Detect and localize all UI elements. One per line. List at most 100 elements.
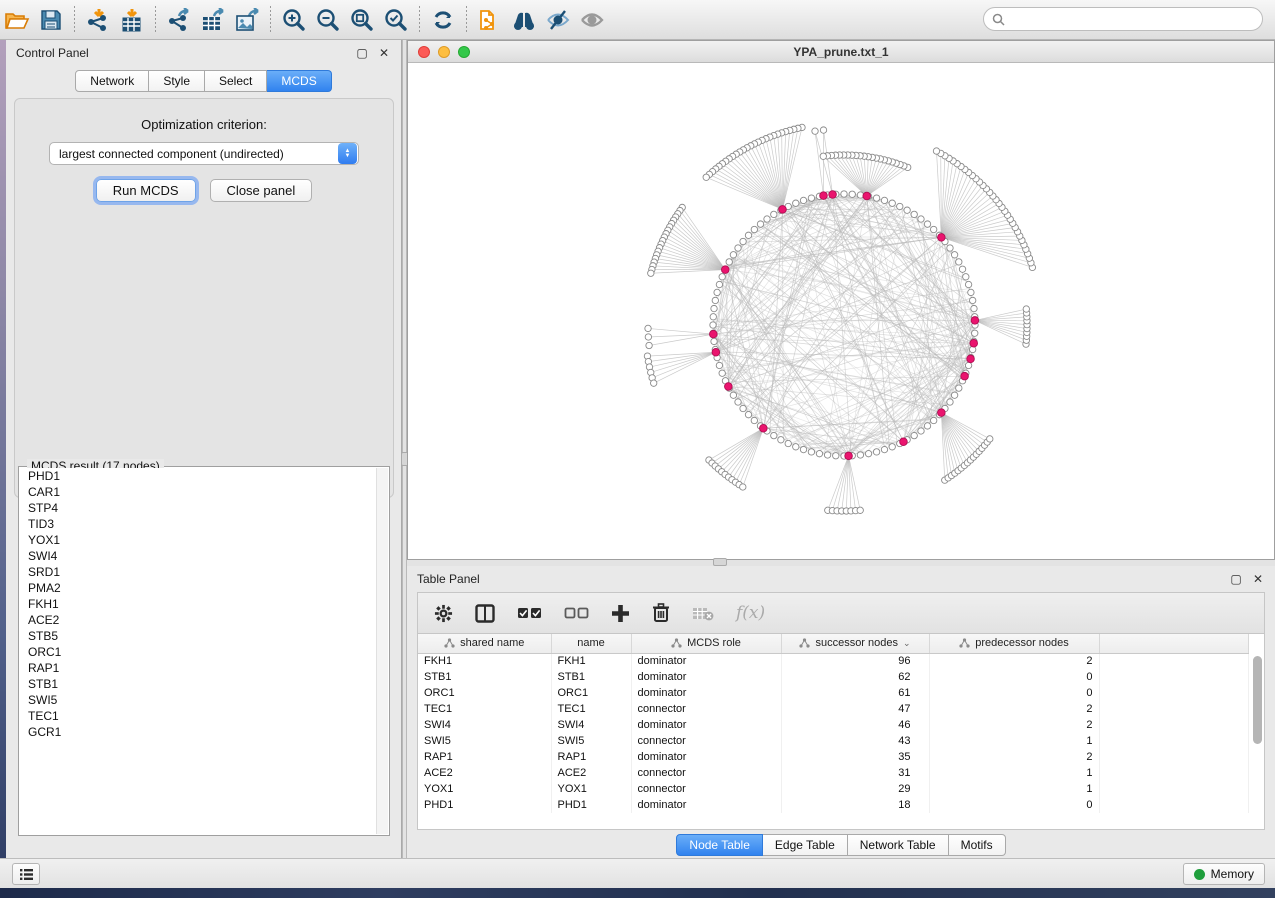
export-network-button[interactable] — [162, 5, 196, 35]
mcds-result-item[interactable]: PHD1 — [20, 468, 376, 484]
network-canvas[interactable] — [408, 63, 1274, 559]
table-cell[interactable]: RAP1 — [418, 749, 551, 765]
show-all-button[interactable] — [575, 5, 609, 35]
table-cell[interactable]: FKH1 — [418, 653, 551, 669]
table-cell[interactable]: 1 — [929, 765, 1099, 781]
float-panel-icon[interactable]: ▢ — [355, 46, 369, 60]
column-header-shared-name[interactable]: shared name — [418, 634, 551, 653]
network-window-titlebar[interactable]: YPA_prune.txt_1 — [408, 41, 1274, 63]
table-cell[interactable]: ORC1 — [551, 685, 631, 701]
table-cell[interactable]: ACE2 — [418, 765, 551, 781]
table-cell[interactable]: 18 — [781, 797, 929, 813]
import-network-button[interactable] — [81, 5, 115, 35]
table-cell[interactable]: dominator — [631, 749, 781, 765]
export-table-button[interactable] — [196, 5, 230, 35]
tab-edge-table[interactable]: Edge Table — [763, 834, 848, 856]
mcds-result-item[interactable]: STB1 — [20, 676, 376, 692]
sort-chevron-icon[interactable]: ⌄ — [903, 638, 911, 649]
table-cell[interactable]: 0 — [929, 797, 1099, 813]
table-cell[interactable]: ACE2 — [551, 765, 631, 781]
table-scrollbar-thumb[interactable] — [1253, 656, 1262, 744]
table-cell[interactable]: PHD1 — [418, 797, 551, 813]
table-cell[interactable]: dominator — [631, 797, 781, 813]
zoom-out-button[interactable] — [311, 5, 345, 35]
mcds-result-item[interactable]: YOX1 — [20, 532, 376, 548]
mcds-result-item[interactable]: STP4 — [20, 500, 376, 516]
table-cell[interactable]: dominator — [631, 653, 781, 669]
table-cell[interactable]: RAP1 — [551, 749, 631, 765]
run-mcds-button[interactable]: Run MCDS — [96, 179, 196, 202]
export-image-button[interactable] — [230, 5, 264, 35]
share-document-button[interactable] — [473, 5, 507, 35]
table-cell[interactable]: 2 — [929, 653, 1099, 669]
search-field[interactable] — [983, 7, 1263, 31]
tab-network-table[interactable]: Network Table — [848, 834, 949, 856]
open-file-button[interactable] — [0, 5, 34, 35]
table-cell[interactable]: SWI5 — [418, 733, 551, 749]
table-cell[interactable]: YOX1 — [418, 781, 551, 797]
mcds-result-item[interactable]: FKH1 — [20, 596, 376, 612]
table-cell[interactable]: 43 — [781, 733, 929, 749]
show-panels-button[interactable] — [12, 863, 40, 885]
table-cell[interactable]: 1 — [929, 781, 1099, 797]
mcds-result-item[interactable]: STB5 — [20, 628, 376, 644]
table-cell[interactable]: dominator — [631, 685, 781, 701]
tab-mcds[interactable]: MCDS — [267, 70, 331, 92]
table-cell[interactable]: 0 — [929, 685, 1099, 701]
table-row[interactable]: SWI5SWI5connector431 — [418, 733, 1248, 749]
table-cell[interactable]: STB1 — [418, 669, 551, 685]
select-all-button[interactable] — [517, 607, 542, 620]
close-panel-button[interactable]: Close panel — [210, 179, 313, 202]
column-header-successor-nodes[interactable]: successor nodes ⌄ — [781, 634, 929, 653]
table-cell[interactable]: STB1 — [551, 669, 631, 685]
table-row[interactable]: FKH1FKH1dominator962 — [418, 653, 1248, 669]
table-cell[interactable]: 29 — [781, 781, 929, 797]
mcds-result-item[interactable]: SRD1 — [20, 564, 376, 580]
table-cell[interactable]: SWI5 — [551, 733, 631, 749]
criterion-dropdown[interactable]: largest connected component (undirected)… — [49, 142, 359, 165]
tab-select[interactable]: Select — [205, 70, 267, 92]
column-header-mcds-role[interactable]: MCDS role — [631, 634, 781, 653]
mcds-result-item[interactable]: TID3 — [20, 516, 376, 532]
table-cell[interactable]: connector — [631, 765, 781, 781]
deselect-all-button[interactable] — [564, 607, 589, 620]
hide-selected-button[interactable] — [541, 5, 575, 35]
table-cell[interactable]: connector — [631, 701, 781, 717]
table-cell[interactable]: connector — [631, 781, 781, 797]
table-cell[interactable]: dominator — [631, 669, 781, 685]
table-cell[interactable]: TEC1 — [418, 701, 551, 717]
delete-column-button[interactable] — [652, 603, 670, 623]
mcds-result-item[interactable]: SWI5 — [20, 692, 376, 708]
table-cell[interactable]: 2 — [929, 701, 1099, 717]
table-cell[interactable]: 96 — [781, 653, 929, 669]
table-row[interactable]: PHD1PHD1dominator180 — [418, 797, 1248, 813]
tab-style[interactable]: Style — [149, 70, 205, 92]
mcds-result-item[interactable]: ACE2 — [20, 612, 376, 628]
save-button[interactable] — [34, 5, 68, 35]
mcds-result-item[interactable]: SWI4 — [20, 548, 376, 564]
table-cell[interactable]: 35 — [781, 749, 929, 765]
table-row[interactable]: RAP1RAP1dominator352 — [418, 749, 1248, 765]
close-panel-icon[interactable]: ✕ — [377, 46, 391, 60]
table-cell[interactable]: 0 — [929, 669, 1099, 685]
table-cell[interactable]: TEC1 — [551, 701, 631, 717]
table-cell[interactable]: SWI4 — [418, 717, 551, 733]
table-cell[interactable]: YOX1 — [551, 781, 631, 797]
mcds-result-item[interactable]: CAR1 — [20, 484, 376, 500]
mcds-result-list[interactable]: PHD1CAR1STP4TID3YOX1SWI4SRD1PMA2FKH1ACE2… — [20, 468, 376, 834]
search-objects-button[interactable] — [507, 5, 541, 35]
tab-node-table[interactable]: Node Table — [676, 834, 763, 856]
tab-motifs[interactable]: Motifs — [949, 834, 1006, 856]
mcds-result-item[interactable]: GCR1 — [20, 724, 376, 740]
split-columns-button[interactable] — [475, 604, 495, 623]
table-cell[interactable]: 31 — [781, 765, 929, 781]
table-cell[interactable]: FKH1 — [551, 653, 631, 669]
table-cell[interactable]: connector — [631, 733, 781, 749]
table-cell[interactable]: 47 — [781, 701, 929, 717]
table-scrollbar[interactable] — [1253, 656, 1262, 816]
table-cell[interactable]: 62 — [781, 669, 929, 685]
mcds-list-scrollbar[interactable] — [376, 468, 388, 834]
table-cell[interactable]: 1 — [929, 733, 1099, 749]
import-table-button[interactable] — [115, 5, 149, 35]
zoom-selected-button[interactable] — [379, 5, 413, 35]
